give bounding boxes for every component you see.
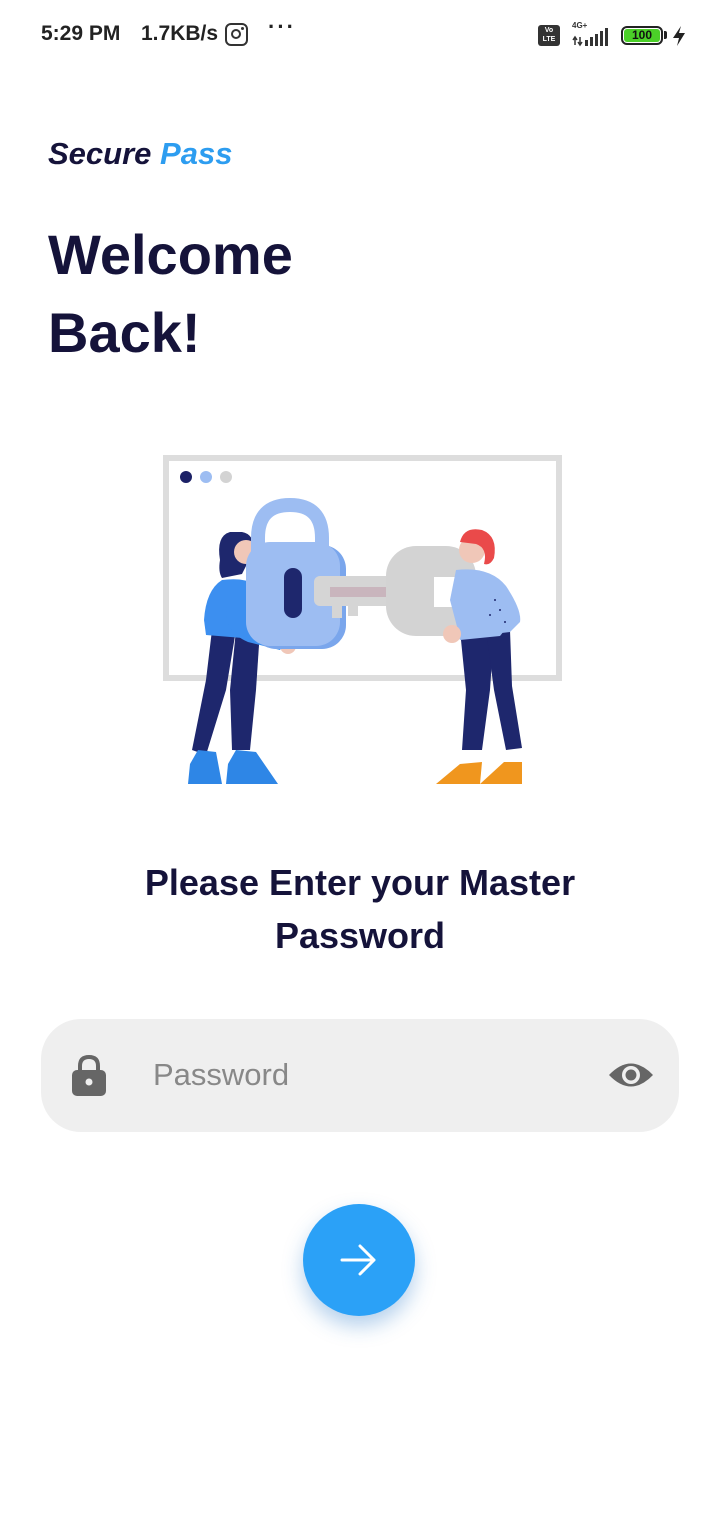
instruction-line-2: Password [274,915,446,956]
brand-name-secure: Secure [48,136,152,171]
battery-icon: 100 [621,26,663,45]
welcome-line-1: Welcome [48,223,293,286]
status-bar: 5:29 PM 1.7KB/s ··· Vo LTE 4G+ 100 [0,0,720,70]
battery-cap [664,31,667,39]
status-time: 5:29 PM [41,22,121,45]
more-dots-icon: ··· [268,14,296,39]
eye-icon[interactable] [607,1058,655,1092]
volte-icon: Vo LTE [538,25,560,46]
network-type-label: 4G+ [572,21,588,30]
app-brand: Secure Pass [48,136,232,172]
charging-bolt-icon [673,26,685,46]
instruction-text: Please Enter your Master Password [60,856,660,962]
password-input[interactable] [153,1048,583,1102]
page-title: Welcome Back! [48,216,648,372]
lock-and-key-illustration [163,455,562,784]
battery-level: 100 [624,29,660,42]
signal-icon: 4G+ [572,21,608,47]
welcome-line-2: Back! [48,301,201,364]
lock-icon [72,1054,106,1096]
instagram-icon [225,23,248,46]
status-net-speed: 1.7KB/s [141,22,219,45]
arrow-right-icon [340,1244,376,1276]
submit-button[interactable] [303,1204,415,1316]
instruction-line-1: Please Enter your Master [144,862,576,903]
brand-name-pass: Pass [160,136,233,171]
